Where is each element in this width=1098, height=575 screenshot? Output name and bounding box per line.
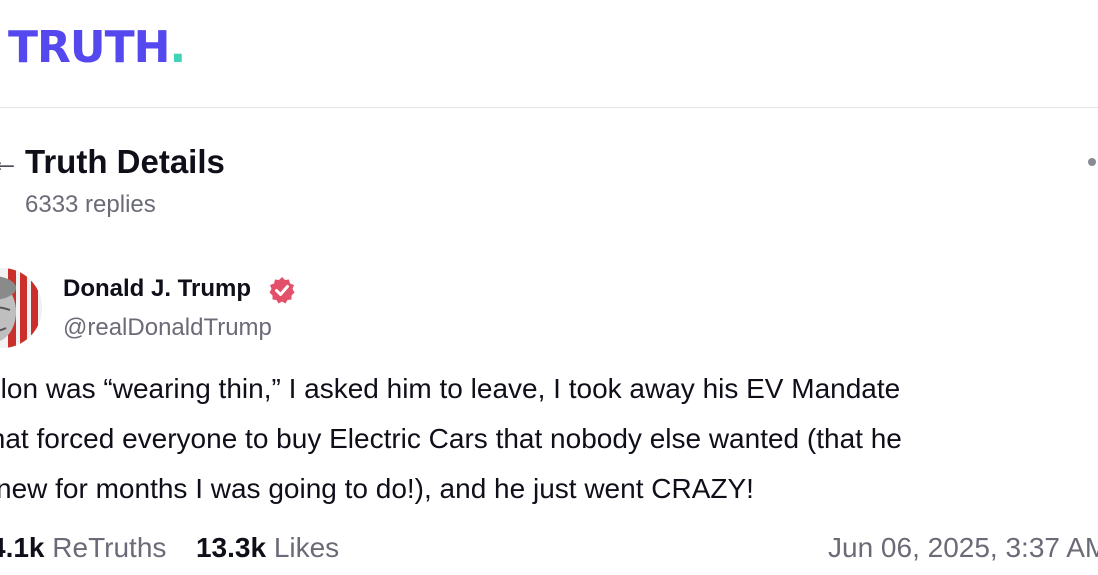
page-title: Truth Details <box>25 143 225 180</box>
back-arrow-icon[interactable]: ← <box>0 146 20 178</box>
post-body-line: knew for months I was going to do!), and… <box>0 473 754 504</box>
logo-dot: . <box>169 22 186 73</box>
author-handle[interactable]: @realDonaldTrump <box>63 311 272 345</box>
avatar-image <box>0 268 42 348</box>
replies-count: 6333 replies <box>25 191 156 218</box>
likes-label[interactable]: Likes <box>274 532 339 563</box>
post-stats: 4.1k ReTruths 13.3k Likes <box>0 528 339 568</box>
retruths-label[interactable]: ReTruths <box>52 532 166 563</box>
post-body: Elon was “wearing thin,” I asked him to … <box>0 364 1098 514</box>
verified-badge-icon <box>269 277 295 304</box>
post-body-line: Elon was “wearing thin,” I asked him to … <box>0 373 901 404</box>
retruths-count[interactable]: 4.1k <box>0 532 45 563</box>
post-timestamp: Jun 06, 2025, 3:37 AM <box>828 532 1098 563</box>
author-name[interactable]: Donald J. Trump <box>63 272 251 306</box>
truth-details-page: TRUTH. ← Truth Details 6333 replies Dona… <box>0 0 1098 575</box>
avatar[interactable] <box>0 268 42 348</box>
likes-count[interactable]: 13.3k <box>196 532 266 563</box>
more-options-icon[interactable] <box>1088 158 1096 166</box>
truth-logo[interactable]: TRUTH. <box>8 22 186 74</box>
top-header: TRUTH. <box>0 0 1098 108</box>
post-body-line: that forced everyone to buy Electric Car… <box>0 423 902 454</box>
logo-text: TRUTH <box>8 22 170 73</box>
